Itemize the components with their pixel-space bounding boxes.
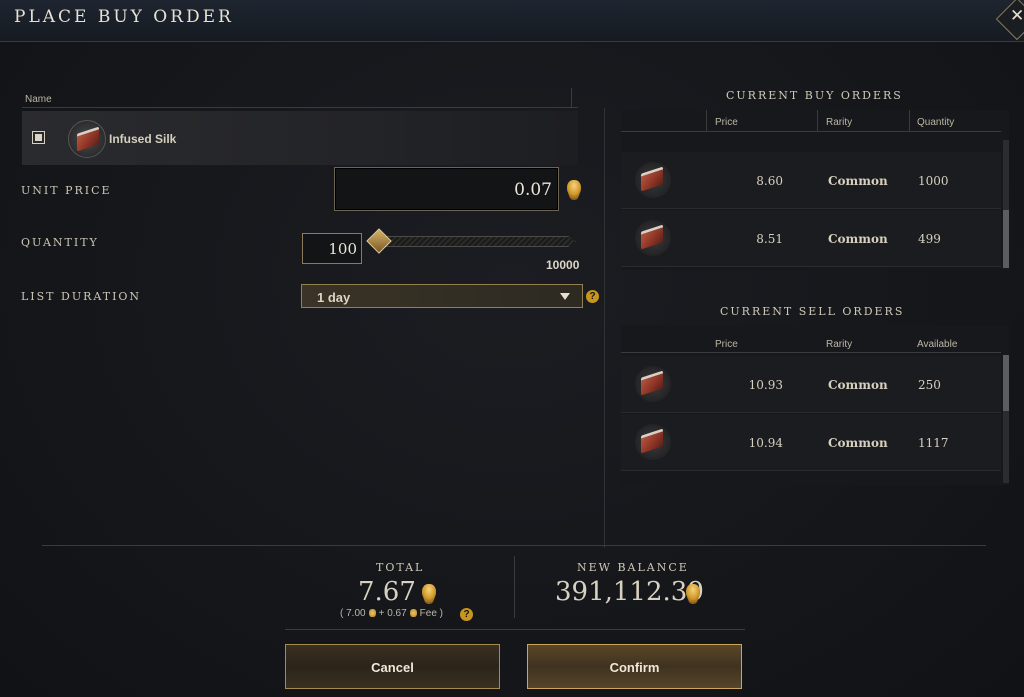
- order-rarity: Common: [828, 378, 888, 392]
- new-balance-value: 391,112.39: [555, 577, 704, 607]
- total-value: 7.67: [358, 577, 416, 607]
- item-table-header: Name: [22, 88, 578, 108]
- list-duration-label: LIST DURATION: [21, 290, 142, 303]
- silk-bolt-icon: [635, 162, 671, 198]
- order-quantity: 250: [918, 378, 941, 392]
- table-row[interactable]: 8.60 Common 1000: [621, 152, 1001, 209]
- quantity-slider-thumb[interactable]: [366, 228, 392, 254]
- confirm-button[interactable]: Confirm: [527, 644, 742, 689]
- quantity-slider-track[interactable]: [382, 236, 576, 247]
- fee-breakdown: ( 7.00 + 0.67 Fee ): [340, 608, 443, 619]
- sell-available-header: Available: [917, 339, 958, 350]
- order-price: 8.51: [756, 232, 783, 246]
- summary-separator: [514, 556, 515, 618]
- silk-bolt-icon: [635, 366, 671, 402]
- sell-orders-title: CURRENT SELL ORDERS: [720, 305, 905, 318]
- buy-orders-scroll-thumb[interactable]: [1003, 210, 1009, 268]
- silk-bolt-icon: [635, 424, 671, 460]
- sell-orders-scroll-thumb[interactable]: [1003, 355, 1009, 411]
- order-quantity: 1000: [918, 174, 949, 188]
- chevron-down-icon: [560, 293, 570, 300]
- unit-price-value: 0.07: [514, 180, 552, 200]
- table-row[interactable]: 10.93 Common 250: [621, 356, 1001, 413]
- table-row[interactable]: 10.94 Common 1117: [621, 414, 1001, 471]
- sell-orders-header: Price Rarity Available: [621, 325, 1001, 353]
- order-price: 10.93: [748, 378, 783, 392]
- buy-quantity-header: Quantity: [917, 117, 955, 128]
- list-duration-value: 1 day: [317, 290, 351, 305]
- summary-divider: [42, 545, 986, 546]
- sell-rarity-header: Rarity: [826, 339, 853, 350]
- buy-price-header: Price: [715, 117, 738, 128]
- order-price: 8.60: [756, 174, 783, 188]
- new-balance-label: NEW BALANCE: [577, 561, 689, 574]
- item-row[interactable]: Infused Silk: [22, 111, 578, 165]
- quantity-max: 10000: [546, 258, 580, 272]
- cancel-button[interactable]: Cancel: [285, 644, 500, 689]
- buy-orders-title: CURRENT BUY ORDERS: [726, 89, 903, 102]
- coin-icon: [422, 584, 436, 600]
- order-rarity: Common: [828, 174, 888, 188]
- button-divider: [285, 629, 745, 630]
- order-rarity: Common: [828, 436, 888, 450]
- fee-help-icon[interactable]: ?: [460, 608, 473, 621]
- coin-icon: [368, 609, 376, 618]
- item-name: Infused Silk: [109, 132, 177, 146]
- order-rarity: Common: [828, 232, 888, 246]
- coin-icon: [686, 584, 700, 600]
- silk-bolt-icon: [68, 120, 106, 158]
- buy-orders-header: Price Rarity Quantity: [621, 110, 1001, 132]
- close-icon[interactable]: ✕: [1010, 6, 1024, 26]
- sell-orders-table: Price Rarity Available 10.93 Common 250 …: [621, 325, 1009, 485]
- unit-price-label: UNIT PRICE: [21, 184, 112, 197]
- column-divider: [571, 88, 572, 108]
- order-quantity: 499: [918, 232, 941, 246]
- coin-icon: [409, 609, 417, 618]
- list-duration-select[interactable]: 1 day: [301, 284, 583, 308]
- window-title: PLACE BUY ORDER: [14, 7, 234, 27]
- help-icon[interactable]: ?: [586, 290, 599, 303]
- quantity-value: 100: [328, 240, 357, 258]
- name-column-header: Name: [25, 94, 52, 105]
- order-quantity: 1117: [918, 436, 949, 450]
- quantity-input[interactable]: 100: [302, 233, 362, 264]
- sell-price-header: Price: [715, 339, 738, 350]
- buy-orders-table: Price Rarity Quantity 8.60 Common 1000 8…: [621, 110, 1009, 270]
- silk-bolt-icon: [635, 220, 671, 256]
- item-checkbox[interactable]: [32, 131, 45, 144]
- unit-price-input[interactable]: 0.07: [334, 167, 559, 211]
- coin-icon: [567, 180, 581, 196]
- buy-rarity-header: Rarity: [826, 117, 853, 128]
- quantity-label: QUANTITY: [21, 236, 99, 249]
- order-price: 10.94: [748, 436, 783, 450]
- fee-label: Fee ): [419, 608, 444, 619]
- table-row[interactable]: 8.51 Common 499: [621, 210, 1001, 267]
- fee-amount: + 0.67: [378, 608, 407, 619]
- total-label: TOTAL: [376, 561, 425, 574]
- panel-divider: [604, 108, 605, 548]
- fee-subtotal: ( 7.00: [340, 608, 366, 619]
